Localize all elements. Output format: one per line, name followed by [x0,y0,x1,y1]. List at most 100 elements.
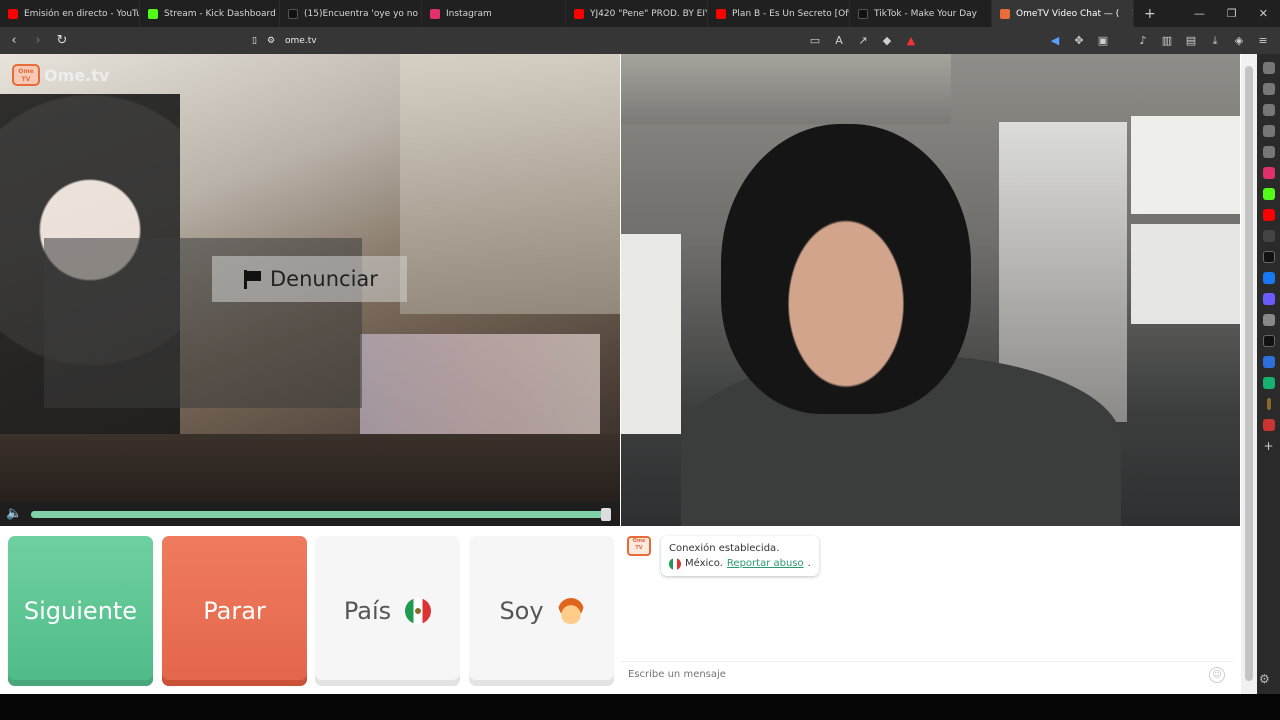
next-button[interactable]: Siguiente [8,536,153,686]
app-icon[interactable] [1266,398,1271,410]
kick-icon[interactable] [1262,188,1275,200]
report-abuse-link[interactable]: Reportar abuso [727,556,804,571]
wallet-icon[interactable]: ▤ [1184,34,1198,48]
connection-status: Conexión establecida. [669,543,780,554]
instagram-icon[interactable] [1262,167,1275,179]
stop-label: Parar [203,597,266,625]
notes-icon[interactable] [1262,125,1275,137]
close-window-icon[interactable]: ✕ [1259,7,1268,20]
tab-label: (15)Encuentra 'oye yo no mue [304,8,421,19]
add-icon[interactable]: + [1263,440,1275,452]
url-field[interactable]: ▯ ⚙ ome.tv [252,36,317,46]
page-content: Ome TV Ome.tv Denunciar 🔈 Siguiente Para… [0,54,1257,694]
report-button[interactable]: Denunciar [212,256,407,302]
tab-label: OmeTV Video Chat — ( [1016,8,1120,19]
warning-icon[interactable]: ▲ [904,34,918,48]
sidebar-toggle-icon[interactable]: ▥ [1160,34,1174,48]
window-controls: — ❐ ✕ [1194,7,1280,20]
video-background-poster [400,54,620,314]
video-person-head [721,124,971,414]
menu-icon[interactable]: ≡ [1256,34,1270,48]
ometv-chat-icon: Ome TV [627,536,651,556]
volume-slider[interactable] [31,511,607,518]
country-button[interactable]: País [315,536,460,686]
logo-text: Ome.tv [44,65,110,85]
volume-control: 🔈 [0,502,620,526]
ai-icon[interactable] [1262,62,1275,74]
tab-youtube-song[interactable]: YJ420 "Pene" PROD. BY EIYI - Y [566,0,708,27]
wallet-icon[interactable] [1262,104,1275,116]
video-poster [1131,116,1240,214]
maximize-icon[interactable]: ❐ [1227,7,1237,20]
tiktok-icon [858,8,868,19]
stop-button[interactable]: Parar [162,536,307,686]
mexico-flag-icon [669,557,681,570]
tiktok-icon[interactable] [1262,335,1275,347]
tab-label: Emisión en directo - YouTube [24,8,139,19]
audio-icon[interactable]: ◀ [1048,34,1062,48]
site-info-icon[interactable]: ⚙ [267,36,275,46]
messenger-icon[interactable] [1262,293,1275,305]
new-tab-button[interactable]: + [1134,6,1166,22]
vpn-icon[interactable]: ◈ [1232,34,1246,48]
tab-kick-dashboard[interactable]: Stream - Kick Dashboard [140,0,280,27]
video-tv-screen [621,54,951,124]
tab-label: TikTok - Make Your Day [874,8,978,19]
download-icon[interactable]: ⤓ [1208,34,1222,48]
next-label: Siguiente [23,597,138,625]
flag-icon [242,269,262,289]
bookmark-icon[interactable]: ▯ [252,36,257,46]
translate-icon[interactable]: A [832,34,846,48]
kick-icon [148,8,158,19]
tab-tiktok-search[interactable]: (15)Encuentra 'oye yo no mue [280,0,422,27]
gallery-icon[interactable] [1262,314,1275,326]
share-icon[interactable]: ↗ [856,34,870,48]
back-icon[interactable]: ‹ [4,33,24,48]
tab-instagram[interactable]: Instagram [422,0,566,27]
app-icon[interactable] [1262,419,1275,431]
message-input-area: ☺ [621,661,1233,688]
scrollbar-thumb[interactable] [1245,66,1253,681]
shield-icon[interactable]: ◆ [880,34,894,48]
gender-label: Soy [499,597,544,625]
tab-youtube-stream[interactable]: Emisión en directo - YouTube [0,0,140,27]
extensions-icon[interactable]: ✥ [1072,34,1086,48]
minimize-icon[interactable]: — [1194,7,1205,20]
forward-icon[interactable]: › [28,33,48,48]
self-video [621,54,1240,526]
bookmarks-icon[interactable] [1262,146,1275,158]
volume-icon[interactable]: 🔈 [6,506,22,521]
address-bar: ‹ › ↻ ▯ ⚙ ome.tv ▭ A ↗ ◆ ▲ ◀ ✥ ▣ ♪ ▥ ▤ ⤓… [0,27,1280,54]
reload-icon[interactable]: ↻ [52,33,72,48]
url-text[interactable]: ome.tv [285,36,317,46]
extensions-toolbar: ▭ A ↗ ◆ ▲ ◀ ✥ ▣ ♪ ▥ ▤ ⤓ ◈ ≡ [808,34,1280,48]
tab-tiktok[interactable]: TikTok - Make Your Day [850,0,992,27]
gender-button[interactable]: Soy [469,536,614,686]
tab-ometv[interactable]: OmeTV Video Chat — ( ✕ [992,0,1134,27]
country-label: País [343,597,392,625]
volume-knob[interactable] [601,508,611,521]
x-icon[interactable] [1262,251,1275,263]
message-input[interactable] [621,662,1181,687]
app-icon[interactable] [1262,356,1275,368]
reader-icon[interactable] [1262,83,1275,95]
cast-icon[interactable]: ▭ [808,34,822,48]
youtube-icon [8,8,18,19]
tab-youtube-plan-b[interactable]: Plan B - Es Un Secreto [Official [708,0,850,27]
emoji-icon[interactable]: ☺ [1209,667,1225,683]
report-label: Denunciar [270,267,378,291]
vpn-icon[interactable] [1262,377,1275,389]
instagram-icon [430,8,440,19]
facebook-icon[interactable] [1262,272,1275,284]
chat-system-message: Conexión establecida. México. Reportar a… [661,536,819,576]
settings-icon[interactable]: ⚙ [1259,672,1270,686]
control-buttons: Siguiente Parar País Soy [0,526,620,694]
screenshot-icon[interactable]: ▣ [1096,34,1110,48]
m-icon[interactable] [1262,230,1275,242]
ometv-icon [1000,8,1010,19]
music-icon[interactable]: ♪ [1136,34,1150,48]
youtube-icon[interactable] [1262,209,1275,221]
scrollbar[interactable] [1241,54,1257,694]
youtube-icon [716,8,726,19]
browser-tab-bar: Emisión en directo - YouTube Stream - Ki… [0,0,1280,27]
